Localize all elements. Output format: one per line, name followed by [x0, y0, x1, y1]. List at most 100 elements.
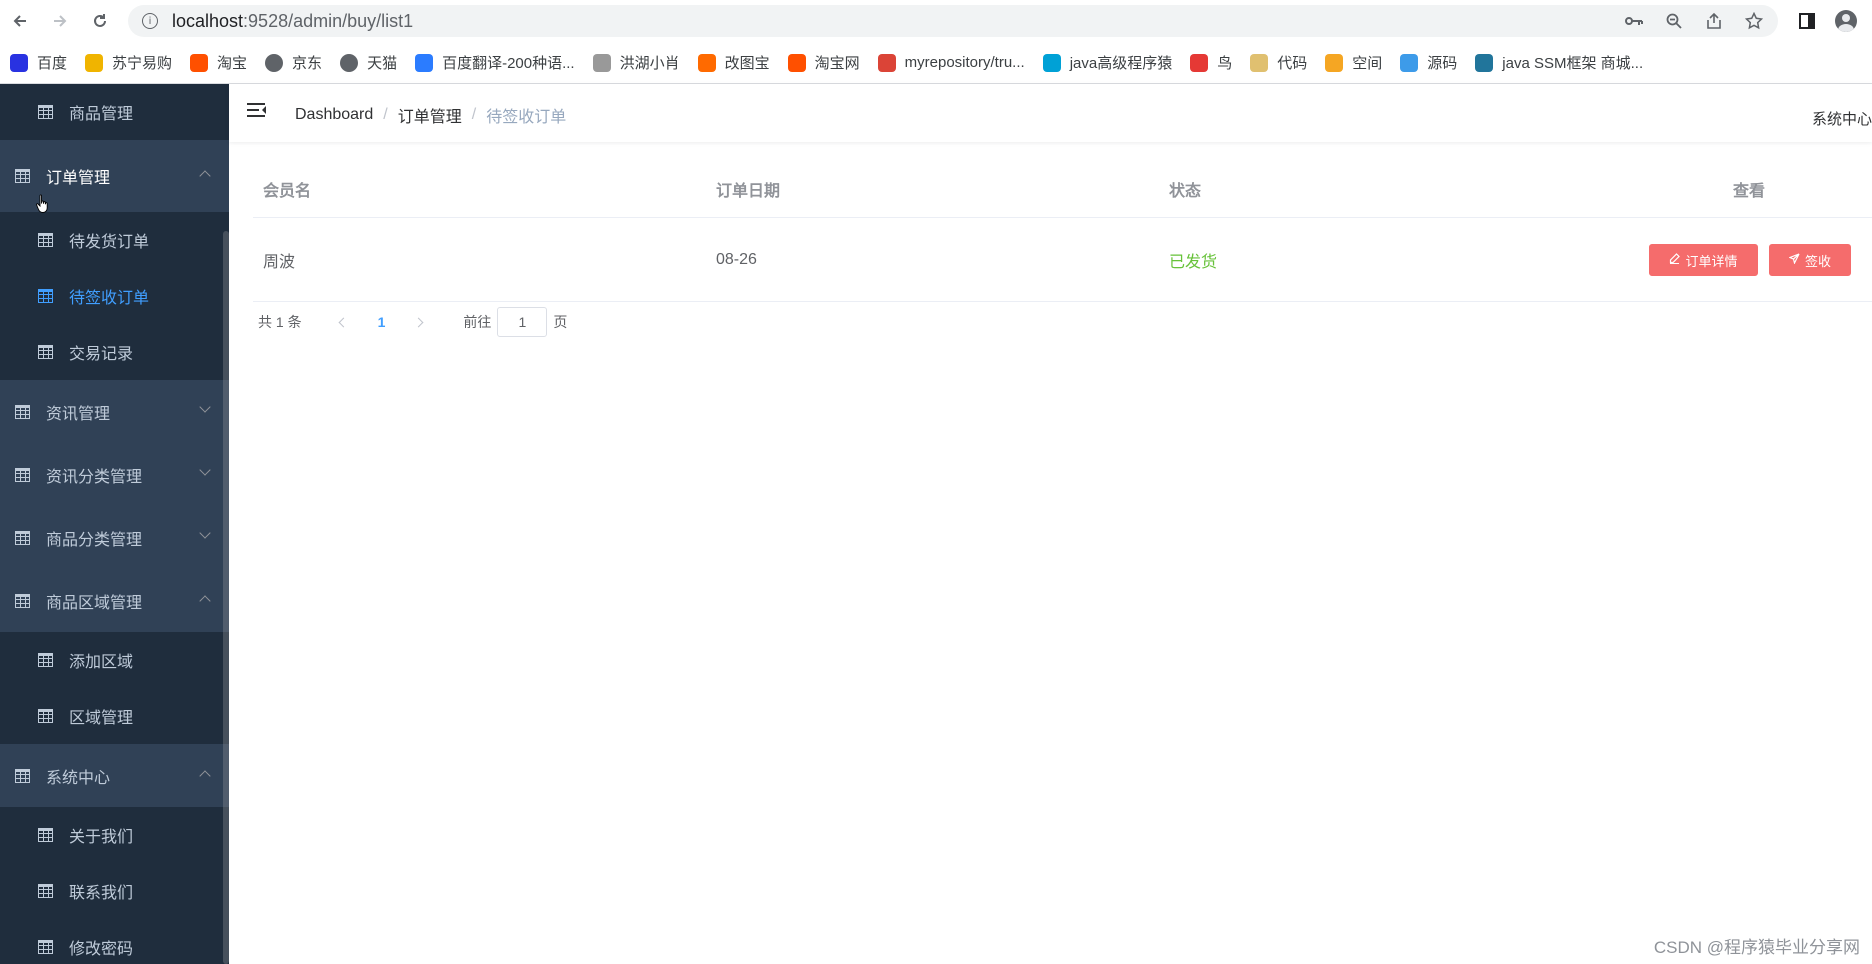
- breadcrumb-dashboard[interactable]: Dashboard: [295, 106, 373, 124]
- system-center-link[interactable]: 系统中心: [1812, 108, 1872, 129]
- edit-icon: [1669, 253, 1681, 267]
- sidebar-item-label: 关于我们: [69, 829, 134, 846]
- watermark: CSDN @程序猿毕业分享网: [1653, 938, 1860, 957]
- grid-icon: [15, 769, 30, 783]
- breadcrumb-orders[interactable]: 订单管理: [398, 103, 462, 127]
- sidebar-item-label: 交易记录: [69, 346, 134, 363]
- table-row: 周波 08-26 已发货 订单详情 签收: [253, 218, 1872, 302]
- goto-prefix: 前往: [463, 314, 492, 330]
- breadcrumb-separator: /: [383, 106, 388, 123]
- order-detail-label: 订单详情: [1685, 253, 1738, 269]
- bookmark-item[interactable]: 苏宁易购: [85, 52, 172, 73]
- sidebar-item-orders[interactable]: 订单管理: [0, 148, 229, 204]
- bookmark-star-icon[interactable]: [1742, 9, 1766, 33]
- bookmark-item[interactable]: java高级程序猿: [1042, 52, 1173, 73]
- sidebar-item-product-category[interactable]: 商品分类管理: [0, 510, 229, 566]
- grid-icon: [38, 709, 53, 723]
- order-detail-button[interactable]: 订单详情: [1649, 244, 1758, 276]
- pagination-page-1[interactable]: 1: [378, 314, 386, 330]
- goto-suffix: 页: [553, 314, 568, 330]
- baidu-paw-icon: [10, 53, 28, 72]
- bookmark-item[interactable]: myrepository/tru...: [877, 53, 1025, 72]
- sign-receipt-button[interactable]: 签收: [1769, 244, 1851, 276]
- zoom-icon[interactable]: [1662, 9, 1686, 33]
- bookmark-item[interactable]: 京东: [265, 52, 322, 73]
- pagination-jumper: 前往 页: [463, 307, 567, 337]
- sidebar-item-products[interactable]: 商品管理: [0, 84, 229, 140]
- bookmark-item[interactable]: 百度: [10, 52, 67, 73]
- sidebar-item-transactions[interactable]: 交易记录: [0, 324, 229, 380]
- grid-icon: [15, 468, 30, 482]
- bookmark-label: 京东: [292, 55, 323, 72]
- bird-red-icon: [1190, 53, 1209, 72]
- sidebar-item-label: 待签收订单: [69, 290, 150, 307]
- grid-icon: [38, 105, 53, 119]
- bookmark-label: 苏宁易购: [112, 55, 173, 72]
- pagination-total: 共 1 条: [258, 314, 302, 330]
- grid-icon: [15, 405, 30, 419]
- sidebar-item-change-password[interactable]: 修改密码: [0, 919, 229, 964]
- sidebar-item-product-region[interactable]: 商品区域管理: [0, 573, 229, 629]
- bookmark-item[interactable]: 淘宝: [190, 52, 247, 73]
- globe-icon: [265, 53, 284, 72]
- sidebar-item-contact[interactable]: 联系我们: [0, 863, 229, 919]
- bookmark-item[interactable]: 百度翻译-200种语...: [415, 52, 575, 73]
- pagination: 共 1 条 1 前往 页: [258, 307, 567, 337]
- sidebar-item-system[interactable]: 系统中心: [0, 748, 229, 804]
- bookmark-item[interactable]: 改图宝: [697, 52, 770, 73]
- sidebar-item-news[interactable]: 资讯管理: [0, 384, 229, 440]
- side-panel-icon[interactable]: [1794, 9, 1820, 33]
- forward-icon[interactable]: [48, 9, 72, 33]
- sidebar-item-add-region[interactable]: 添加区域: [0, 632, 229, 688]
- chevron-right-icon[interactable]: [411, 313, 429, 331]
- profile-avatar[interactable]: [1833, 9, 1859, 33]
- bookmark-label: 百度翻译-200种语...: [442, 55, 575, 72]
- goto-page-input[interactable]: [497, 307, 548, 337]
- sidebar-item-region-manage[interactable]: 区域管理: [0, 688, 229, 744]
- bookmark-label: 淘宝网: [814, 55, 860, 72]
- password-key-icon[interactable]: [1622, 9, 1646, 33]
- sidebar-item-pending-shipment[interactable]: 待发货订单: [0, 212, 229, 268]
- chevron-left-icon[interactable]: [334, 313, 352, 331]
- breadcrumb-separator: /: [471, 106, 477, 123]
- sidebar-item-about[interactable]: 关于我们: [0, 807, 229, 863]
- chrome-icon: [877, 53, 896, 72]
- bookmark-item[interactable]: 淘宝网: [787, 52, 860, 73]
- qzone-icon: [1325, 53, 1344, 72]
- grid-icon: [38, 653, 53, 667]
- sidebar-item-label: 订单管理: [46, 170, 111, 187]
- reload-icon[interactable]: [88, 9, 112, 33]
- address-bar[interactable]: i localhost:9528/admin/buy/list1: [128, 5, 1778, 37]
- bookmark-label: 代码: [1277, 55, 1308, 72]
- breadcrumb: Dashboard / 订单管理 / 待签收订单: [295, 103, 566, 127]
- taobao-icon: [787, 53, 806, 72]
- sidebar-item-news-category[interactable]: 资讯分类管理: [0, 447, 229, 503]
- taobao-icon: [190, 53, 209, 72]
- bookmark-item[interactable]: 源码: [1400, 52, 1457, 73]
- bookmark-label: 淘宝: [217, 55, 248, 72]
- chevron-down-icon: [199, 401, 211, 413]
- profile-icon: [1835, 10, 1857, 32]
- bookmark-label: 源码: [1427, 55, 1458, 72]
- grid-icon: [38, 345, 53, 359]
- bookmark-item[interactable]: java SSM框架 商城...: [1475, 52, 1643, 73]
- bookmark-label: java高级程序猿: [1069, 55, 1173, 72]
- header-member: 会员名: [263, 182, 312, 200]
- bookmark-label: myrepository/tru...: [904, 54, 1025, 71]
- share-icon[interactable]: [1702, 9, 1726, 33]
- sidebar-item-label: 资讯分类管理: [46, 469, 143, 486]
- bookmark-item[interactable]: 鸟: [1190, 52, 1232, 73]
- sidebar-scrollbar[interactable]: [223, 231, 229, 964]
- bookmark-item[interactable]: 代码: [1250, 52, 1307, 73]
- sidebar-item-pending-receipt[interactable]: 待签收订单: [0, 268, 229, 324]
- back-icon[interactable]: [8, 9, 32, 33]
- bookmark-item[interactable]: 洪湖小肖: [592, 52, 680, 73]
- hamburger-icon[interactable]: [247, 101, 267, 119]
- chevron-up-icon: [199, 170, 211, 182]
- suning-icon: [85, 53, 104, 72]
- site-info-icon[interactable]: i: [142, 13, 158, 29]
- chevron-down-icon: [199, 464, 211, 476]
- bookmark-item[interactable]: 天猫: [340, 52, 397, 73]
- grid-icon: [38, 884, 53, 898]
- bookmark-item[interactable]: 空间: [1325, 52, 1382, 73]
